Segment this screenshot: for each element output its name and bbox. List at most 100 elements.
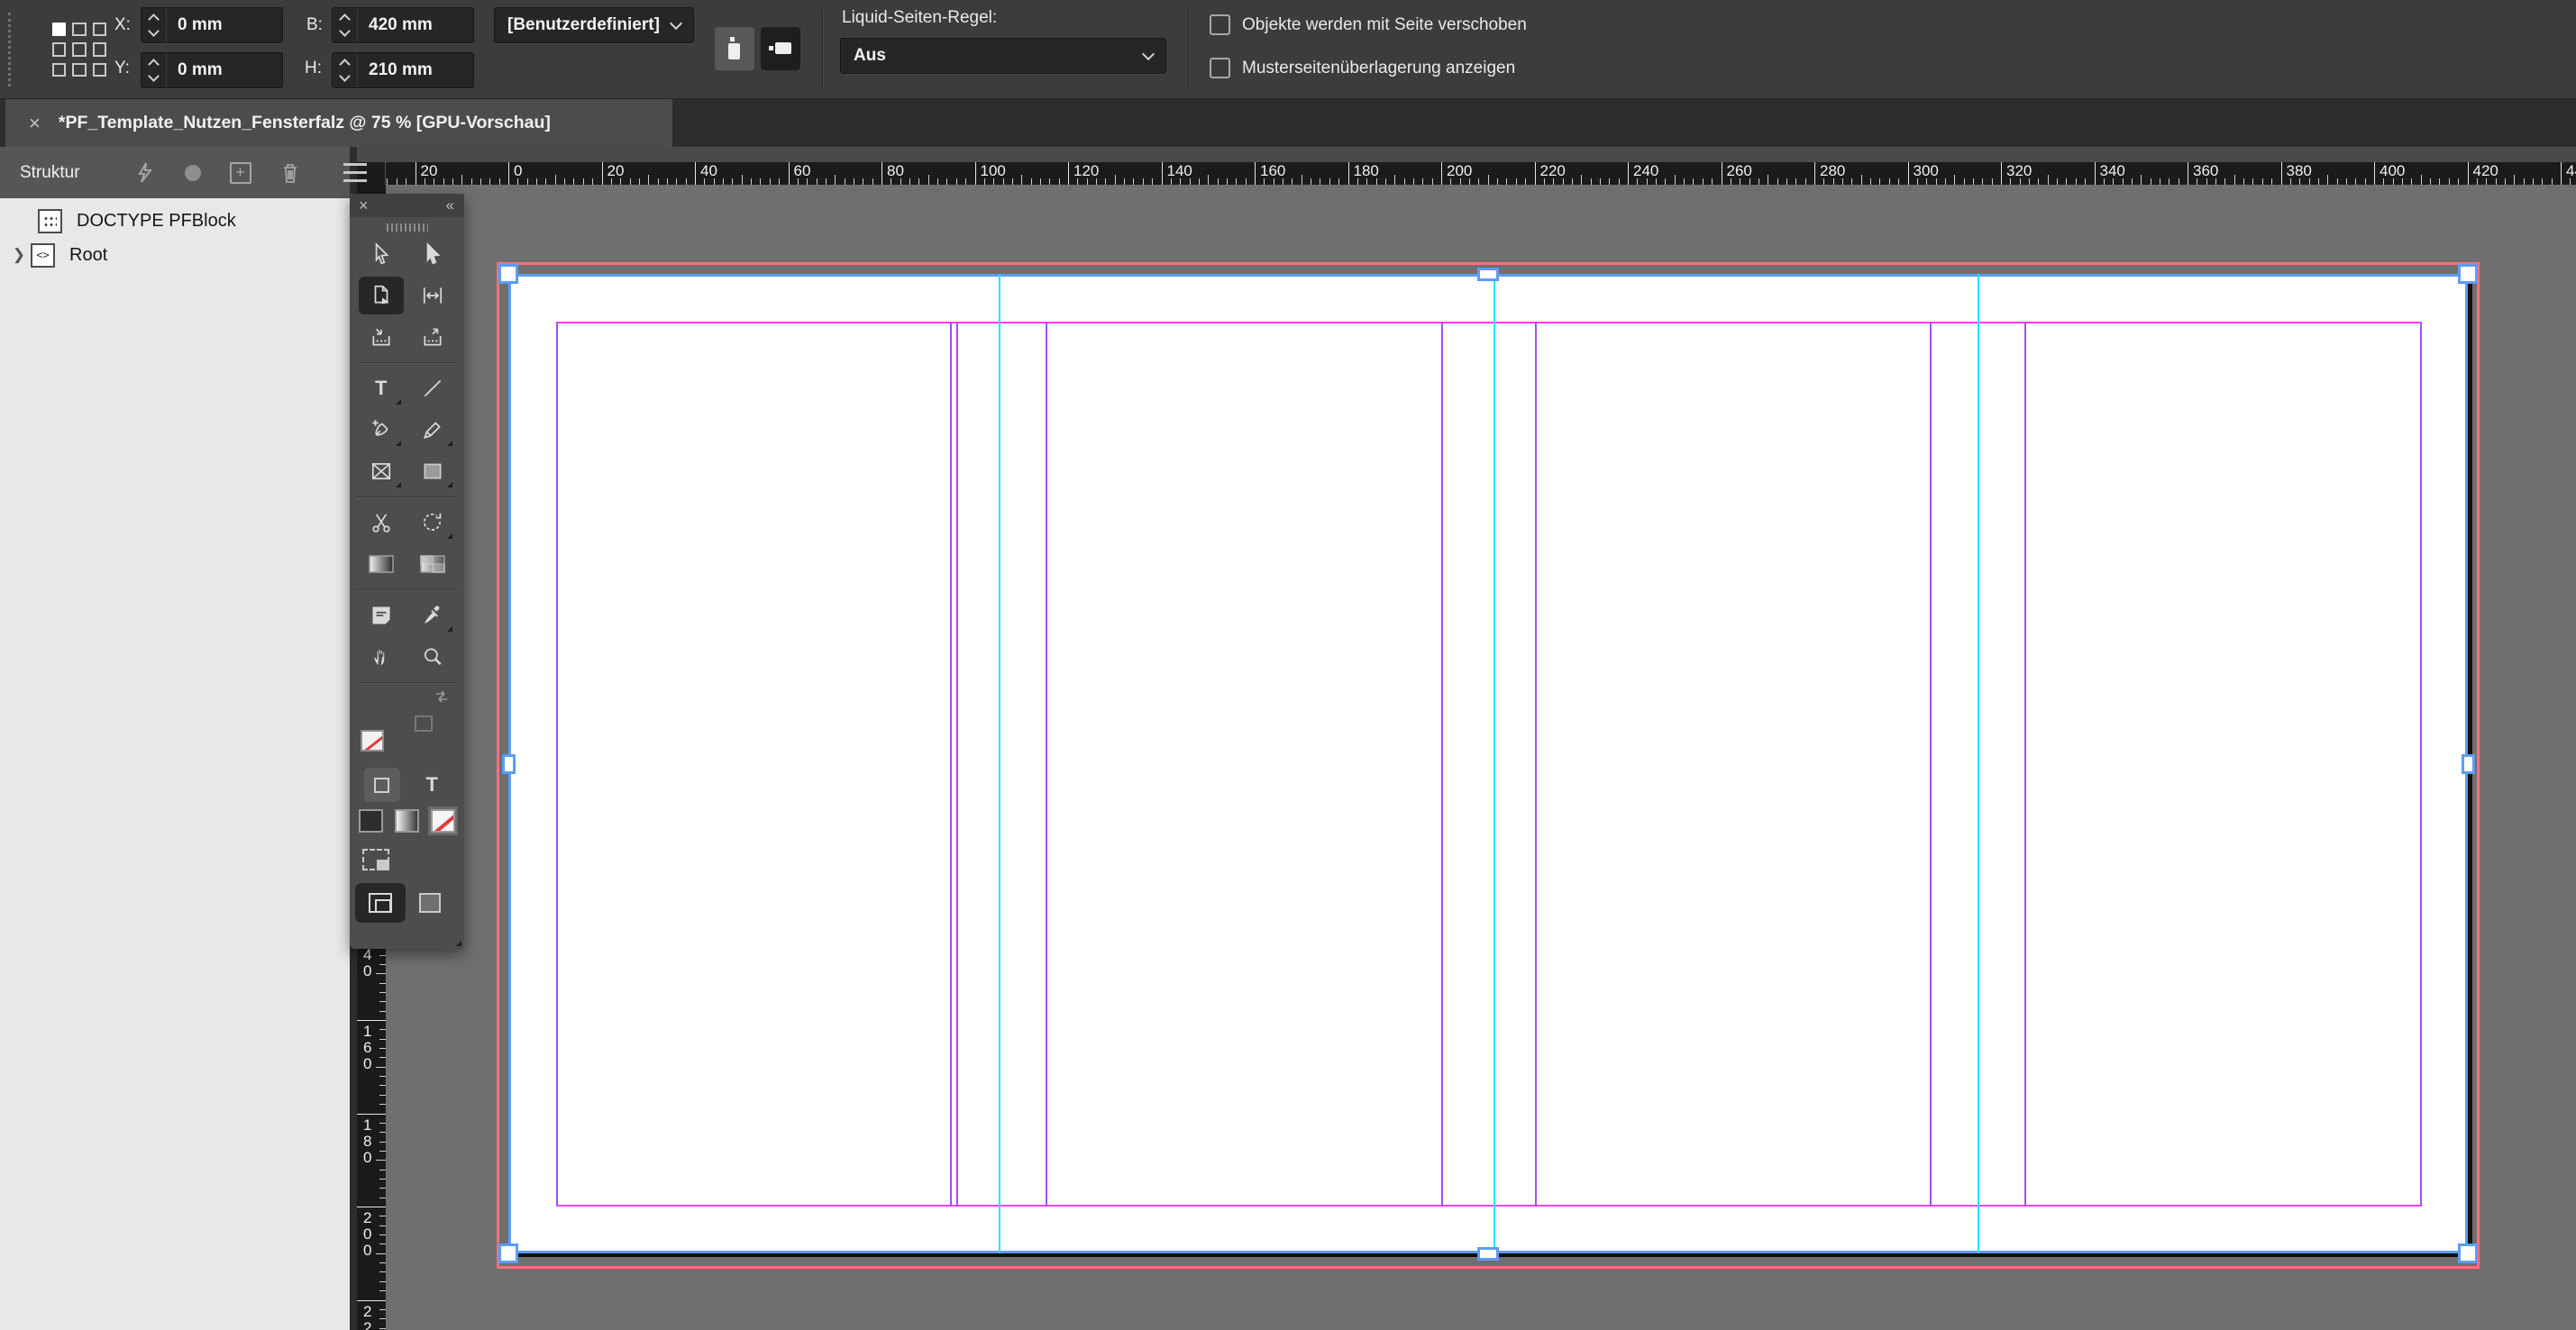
indesign-window: X: 0 mm Y: 0 mm B: 420 mm H: 210 mm [Ben… xyxy=(0,0,2576,1330)
ruler-tick xyxy=(1684,178,1685,185)
line-tool[interactable] xyxy=(410,369,455,407)
frame-tool[interactable] xyxy=(359,452,404,490)
gradient-swatch-tool[interactable] xyxy=(359,545,404,583)
panel-menu-icon[interactable] xyxy=(343,160,367,185)
x-field[interactable]: 0 mm xyxy=(141,7,283,43)
validate-structure-icon[interactable] xyxy=(134,161,154,185)
formatting-affects-text-button[interactable]: T xyxy=(414,768,450,802)
horizontal-ruler[interactable]: 2002040608010012014016018020022024026028… xyxy=(357,162,2576,185)
normal-screen-mode-button[interactable] xyxy=(355,883,406,923)
ruler-tick xyxy=(2374,162,2375,185)
page-tool[interactable] xyxy=(359,277,404,314)
document-tab[interactable]: × *PF_Template_Nutzen_Fensterfalz @ 75 %… xyxy=(5,99,672,147)
objects-move-with-page-checkbox[interactable] xyxy=(1210,14,1230,35)
landscape-orientation-button[interactable] xyxy=(761,27,800,70)
document-tab-bar: × *PF_Template_Nutzen_Fensterfalz @ 75 %… xyxy=(0,99,2576,147)
pencil-tool[interactable] xyxy=(410,411,455,449)
zoom-tool[interactable] xyxy=(410,638,455,676)
drag-grip[interactable] xyxy=(387,223,428,232)
apply-gradient-button[interactable] xyxy=(395,809,419,833)
ruler-tick xyxy=(1581,175,1582,185)
page-handle-sw[interactable] xyxy=(498,1243,518,1263)
ruler-tick xyxy=(751,178,752,185)
eyedropper-tool[interactable] xyxy=(410,597,455,634)
y-stepper[interactable] xyxy=(142,53,167,87)
ruler-tick xyxy=(376,1160,386,1161)
apply-none-button[interactable] xyxy=(431,809,455,833)
apply-color-button[interactable] xyxy=(359,809,383,833)
page-handle-nw[interactable] xyxy=(498,264,518,284)
column-guide[interactable] xyxy=(1046,322,1047,1207)
page-handle-e[interactable] xyxy=(2462,754,2475,774)
pen-tool[interactable] xyxy=(359,411,404,449)
add-element-icon[interactable]: + xyxy=(230,162,251,184)
fill-stroke-indicator[interactable] xyxy=(350,710,464,764)
free-transform-tool[interactable] xyxy=(410,504,455,542)
ruler-tick xyxy=(1964,178,1965,185)
tools-panel-header[interactable]: × « xyxy=(350,194,464,217)
ruler-tick xyxy=(379,1029,386,1030)
reference-point-proxy[interactable] xyxy=(52,23,106,77)
fold-guide[interactable] xyxy=(1494,274,1495,1253)
close-tab-icon[interactable]: × xyxy=(29,114,41,133)
stroke-box[interactable] xyxy=(415,715,433,732)
selection-tool[interactable] xyxy=(359,235,404,273)
scissors-tool[interactable] xyxy=(359,504,404,542)
portrait-orientation-button[interactable] xyxy=(715,27,754,70)
gap-tool[interactable] xyxy=(410,277,455,314)
close-icon[interactable]: × xyxy=(359,197,369,214)
column-guide[interactable] xyxy=(2024,322,2026,1207)
gradient-feather-tool[interactable] xyxy=(410,545,455,583)
note-tool[interactable] xyxy=(359,597,404,634)
margin-guides[interactable] xyxy=(556,322,2422,1207)
collapse-icon[interactable]: « xyxy=(446,196,455,214)
liquid-rule-dropdown[interactable]: Aus xyxy=(840,38,1166,74)
column-guide[interactable] xyxy=(950,322,952,1207)
page-handle-se[interactable] xyxy=(2458,1243,2478,1263)
expand-chevron-icon[interactable]: ❯ xyxy=(7,246,31,264)
ruler-tick xyxy=(536,178,537,185)
fill-box-none[interactable] xyxy=(361,730,384,752)
column-guide[interactable] xyxy=(1535,322,1537,1207)
page-size-preset-dropdown[interactable]: [Benutzerdefiniert] xyxy=(494,7,694,43)
ruler-tick xyxy=(2290,178,2291,185)
swap-fill-stroke-icon[interactable] xyxy=(432,688,452,710)
ruler-tick xyxy=(695,162,696,185)
fold-guide[interactable] xyxy=(1978,274,1979,1253)
view-options-icon[interactable] xyxy=(362,849,389,870)
fold-guide[interactable] xyxy=(999,274,1000,1253)
column-guide[interactable] xyxy=(1441,322,1443,1207)
width-stepper[interactable] xyxy=(333,8,358,42)
page-handle-ne[interactable] xyxy=(2458,264,2478,284)
column-guide[interactable] xyxy=(1930,322,1932,1207)
height-field[interactable]: 210 mm xyxy=(332,52,474,88)
hand-tool[interactable] xyxy=(359,638,404,676)
ruler-tick xyxy=(676,178,677,185)
status-dot-icon xyxy=(185,165,201,181)
ruler-tick xyxy=(2132,178,2133,185)
page-handle-s[interactable] xyxy=(1477,1247,1499,1261)
ruler-tick xyxy=(2496,178,2497,185)
tree-item-doctype[interactable]: DOCTYPE PFBlock xyxy=(0,205,236,236)
content-placer-tool[interactable] xyxy=(410,318,455,356)
ruler-tick xyxy=(2533,178,2534,185)
direct-selection-tool[interactable] xyxy=(410,235,455,273)
width-field[interactable]: 420 mm xyxy=(332,7,474,43)
rectangle-tool[interactable] xyxy=(410,452,455,490)
ruler-tick xyxy=(527,178,528,185)
height-stepper[interactable] xyxy=(333,53,358,87)
formatting-affects-container-button[interactable] xyxy=(364,768,400,802)
preview-screen-mode-button[interactable] xyxy=(406,883,456,923)
show-master-overlay-checkbox[interactable] xyxy=(1210,58,1230,78)
tree-item-root[interactable]: ❯ <> Root xyxy=(0,240,107,270)
x-stepper[interactable] xyxy=(142,8,167,42)
y-field[interactable]: 0 mm xyxy=(141,52,283,88)
page-handle-w[interactable] xyxy=(502,754,516,774)
type-tool[interactable]: T xyxy=(359,369,404,407)
ruler-tick xyxy=(928,175,929,185)
delete-element-icon[interactable] xyxy=(280,161,300,185)
panel-grip[interactable] xyxy=(8,13,11,87)
page-handle-n[interactable] xyxy=(1477,268,1499,281)
content-collector-tool[interactable] xyxy=(359,318,404,356)
column-guide[interactable] xyxy=(956,322,958,1207)
